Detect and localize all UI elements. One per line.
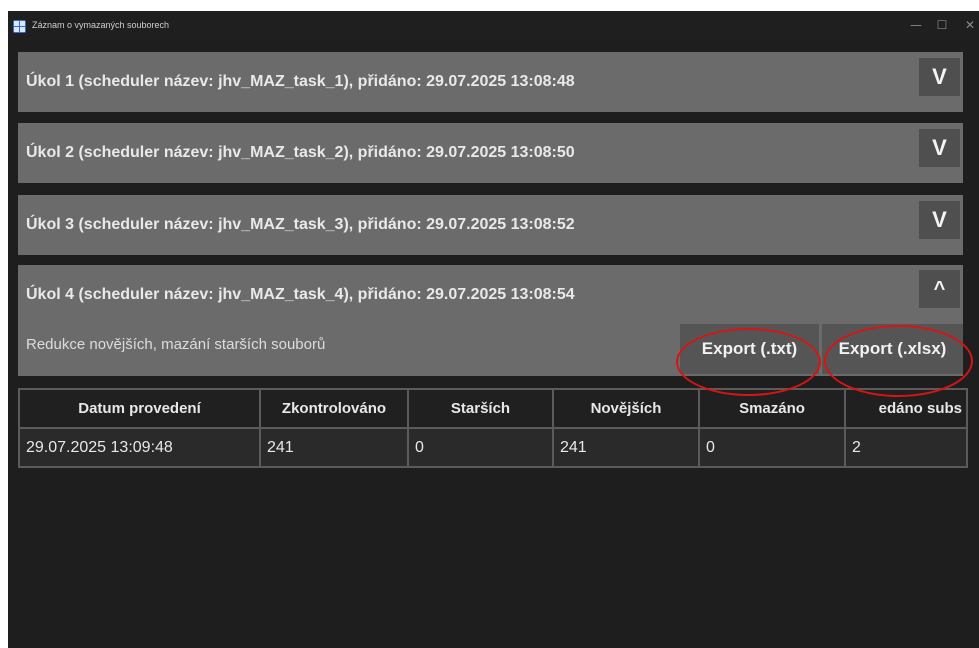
- app-window: Záznam o vymazaných souborech — ☐ ✕ Úkol…: [8, 11, 979, 648]
- column-header: Starších: [407, 388, 554, 429]
- results-table: Datum provedení Zkontrolováno Starších N…: [18, 388, 968, 468]
- close-button[interactable]: ✕: [959, 15, 979, 35]
- table-header-row: Datum provedení Zkontrolováno Starších N…: [18, 388, 968, 429]
- task-title: Úkol 2 (scheduler název: jhv_MAZ_task_2)…: [26, 144, 575, 161]
- task-title: Úkol 1 (scheduler název: jhv_MAZ_task_1)…: [26, 73, 575, 90]
- task-panel-3[interactable]: Úkol 3 (scheduler název: jhv_MAZ_task_3)…: [18, 195, 963, 255]
- task-panel-4: Úkol 4 (scheduler název: jhv_MAZ_task_4)…: [18, 265, 963, 376]
- export-txt-button[interactable]: Export (.txt): [680, 324, 819, 374]
- column-header: Zkontrolováno: [259, 388, 409, 429]
- export-xlsx-button[interactable]: Export (.xlsx): [822, 324, 963, 374]
- expand-button[interactable]: V: [919, 58, 960, 96]
- maximize-button[interactable]: ☐: [931, 15, 953, 35]
- column-header: Datum provedení: [18, 388, 261, 429]
- table-cell: 0: [698, 427, 846, 468]
- window-title: Záznam o vymazaných souborech: [32, 20, 170, 30]
- expand-button[interactable]: V: [919, 201, 960, 239]
- column-header: Novějších: [552, 388, 700, 429]
- minimize-button[interactable]: —: [905, 15, 927, 35]
- table-cell: 241: [259, 427, 409, 468]
- task-title: Úkol 3 (scheduler název: jhv_MAZ_task_3)…: [26, 216, 575, 233]
- app-icon: [13, 20, 26, 33]
- task-panel-2[interactable]: Úkol 2 (scheduler název: jhv_MAZ_task_2)…: [18, 123, 963, 183]
- expand-button[interactable]: V: [919, 129, 960, 167]
- table-cell: 2: [844, 427, 968, 468]
- table-cell: 0: [407, 427, 554, 468]
- table-cell: 241: [552, 427, 700, 468]
- collapse-button[interactable]: ^: [919, 270, 960, 308]
- title-bar: Záznam o vymazaných souborech — ☐ ✕: [8, 11, 979, 41]
- task-panel-1[interactable]: Úkol 1 (scheduler název: jhv_MAZ_task_1)…: [18, 52, 963, 112]
- column-header: edáno subs: [844, 388, 968, 429]
- table-row: 29.07.2025 13:09:48 241 0 241 0 2: [18, 427, 968, 468]
- task-description: Redukce novějších, mazání starších soubo…: [26, 336, 326, 353]
- task-title: Úkol 4 (scheduler název: jhv_MAZ_task_4)…: [26, 286, 575, 303]
- column-header: Smazáno: [698, 388, 846, 429]
- table-cell: 29.07.2025 13:09:48: [18, 427, 261, 468]
